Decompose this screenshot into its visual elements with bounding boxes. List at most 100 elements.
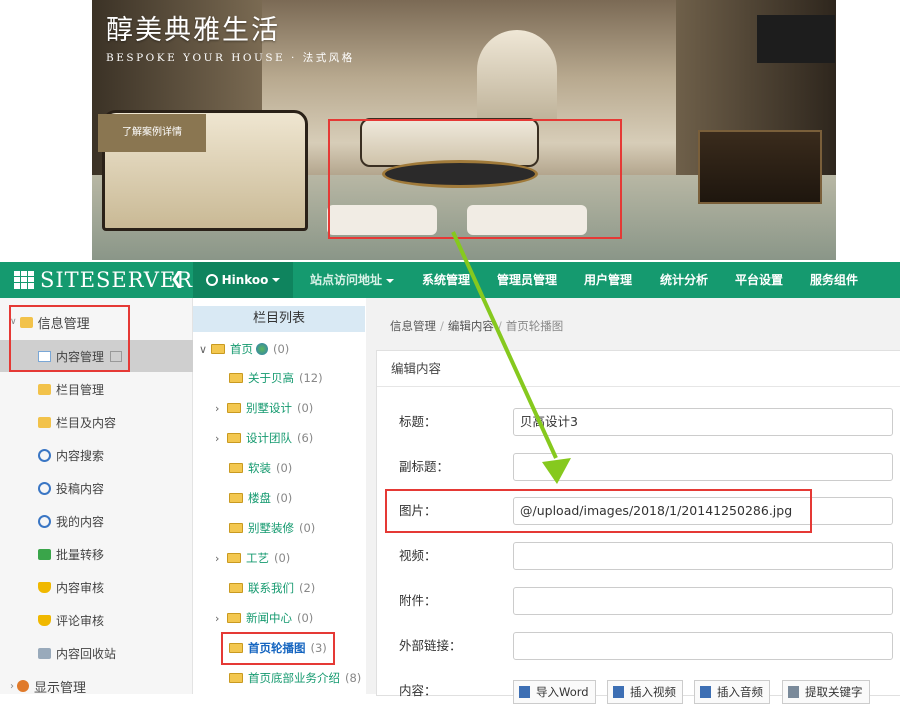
arrow-icon bbox=[38, 548, 51, 560]
search-icon bbox=[38, 448, 51, 462]
folder-icon bbox=[211, 344, 225, 354]
arrow-left-icon[interactable]: ❮ bbox=[170, 269, 184, 289]
chevron-right-icon: › bbox=[10, 680, 14, 692]
tree-node[interactable]: 别墅装修 (0) bbox=[229, 517, 315, 539]
tree-node-count: (6) bbox=[297, 431, 314, 445]
highlight-box-banner bbox=[328, 119, 622, 239]
tag-icon bbox=[788, 686, 799, 698]
chevron-right-icon: › bbox=[215, 611, 220, 625]
field-label: 内容： bbox=[399, 683, 437, 698]
video-icon bbox=[613, 686, 624, 698]
globe-icon bbox=[205, 274, 218, 286]
chevron-right-icon: › bbox=[215, 401, 220, 415]
top-navbar: SITESERVER ❮ Hinkoo 站点访问地址 系统管理 管理员管理 用户… bbox=[0, 262, 900, 298]
extract-keywords-button[interactable]: 提取关键字 bbox=[782, 680, 870, 704]
nav-site-url-label: 站点访问地址 bbox=[310, 273, 383, 287]
folder-icon bbox=[227, 403, 241, 413]
tree-node-count: (12) bbox=[299, 371, 323, 385]
insert-audio-button[interactable]: 插入音频 bbox=[694, 680, 770, 704]
breadcrumb-item[interactable]: 编辑内容 bbox=[448, 319, 494, 333]
nav-admin[interactable]: 管理员管理 bbox=[497, 262, 557, 298]
sidebar-item-label: 投稿内容 bbox=[56, 481, 105, 496]
chevron-right-icon: › bbox=[215, 431, 220, 445]
tree-node-label: 关于贝高 bbox=[248, 371, 294, 385]
tree-node-count: (2) bbox=[299, 581, 316, 595]
sidebar-item-label: 我的内容 bbox=[56, 514, 105, 529]
sidebar-group-label: 显示管理 bbox=[34, 680, 87, 696]
folder-icon bbox=[227, 613, 241, 623]
tree-node[interactable]: 首页底部业务介绍 (8) bbox=[229, 667, 361, 689]
link-input[interactable] bbox=[513, 632, 893, 660]
tree-node[interactable]: 软装 (0) bbox=[229, 457, 292, 479]
shield-icon bbox=[38, 614, 51, 626]
tree-node-label: 别墅装修 bbox=[248, 521, 294, 535]
tree-node-label: 别墅设计 bbox=[246, 401, 292, 415]
field-label: 副标题： bbox=[399, 459, 450, 474]
recycle-icon bbox=[38, 647, 51, 659]
folder-icon bbox=[229, 523, 243, 533]
sidebar-item-label: 栏目及内容 bbox=[56, 415, 117, 430]
column-tree-header: 栏目列表 bbox=[193, 306, 365, 332]
tree-node[interactable]: 关于贝高 (12) bbox=[229, 367, 323, 389]
logo[interactable]: SITESERVER bbox=[14, 268, 193, 292]
sidebar-item-label: 内容回收站 bbox=[56, 646, 117, 661]
field-label: 外部链接： bbox=[399, 638, 462, 653]
sidebar-group-display[interactable]: › 显示管理 bbox=[0, 670, 202, 702]
sidebar-item-label: 批量转移 bbox=[56, 547, 105, 562]
nav-users[interactable]: 用户管理 bbox=[584, 262, 632, 298]
tree-node-label: 新闻中心 bbox=[246, 611, 292, 625]
toolbar-label: 导入Word bbox=[536, 685, 589, 699]
nav-stats[interactable]: 统计分析 bbox=[660, 262, 708, 298]
toolbar-label: 提取关键字 bbox=[805, 685, 863, 699]
tree-node[interactable]: › 新闻中心 (0) bbox=[215, 607, 313, 629]
tree-node[interactable]: › 别墅设计 (0) bbox=[215, 397, 313, 419]
nav-site-url[interactable]: 站点访问地址 bbox=[310, 262, 395, 298]
word-icon bbox=[519, 686, 530, 698]
nav-platform[interactable]: 平台设置 bbox=[735, 262, 783, 298]
tree-node-count: (0) bbox=[299, 521, 316, 535]
sidebar-item-label: 内容审核 bbox=[56, 580, 105, 595]
breadcrumb: 信息管理 / 编辑内容 / 首页轮播图 bbox=[390, 319, 564, 333]
folder-icon bbox=[229, 373, 243, 383]
tree-node[interactable]: › 设计团队 (6) bbox=[215, 427, 313, 449]
chevron-down-icon bbox=[386, 278, 395, 283]
site-name: Hinkoo bbox=[221, 273, 269, 287]
card-title: 编辑内容 bbox=[377, 351, 900, 387]
highlight-box-tree bbox=[221, 632, 335, 665]
tree-node-count: (0) bbox=[274, 551, 291, 565]
nav-system[interactable]: 系统管理 bbox=[422, 262, 470, 298]
breadcrumb-item[interactable]: 信息管理 bbox=[390, 319, 436, 333]
banner-detail-button[interactable]: 了解案例详情 bbox=[98, 114, 206, 152]
toolbar-label: 插入音频 bbox=[717, 685, 763, 699]
tree-node-label: 联系我们 bbox=[248, 581, 294, 595]
tree-node-count: (0) bbox=[297, 401, 314, 415]
tree-node-label: 楼盘 bbox=[248, 491, 271, 505]
tree-node[interactable]: 联系我们 (2) bbox=[229, 577, 315, 599]
banner-subtitle: BESPOKE YOUR HOUSE · 法式风格 bbox=[106, 52, 355, 64]
import-word-button[interactable]: 导入Word bbox=[513, 680, 596, 704]
tree-node-home[interactable]: ∨ 首页 (0) bbox=[199, 338, 289, 360]
attachment-input[interactable] bbox=[513, 587, 893, 615]
site-switcher[interactable]: Hinkoo bbox=[193, 262, 293, 298]
subtitle-input[interactable] bbox=[513, 453, 893, 481]
sidebar-item-label: 内容搜索 bbox=[56, 448, 105, 463]
title-input[interactable]: 贝高设计3 bbox=[513, 408, 893, 436]
display-icon bbox=[17, 680, 29, 692]
highlight-box-image-field bbox=[385, 489, 812, 533]
folder-icon bbox=[227, 433, 241, 443]
tree-node-label: 首页 bbox=[230, 342, 253, 356]
breadcrumb-item: 首页轮播图 bbox=[505, 319, 564, 333]
video-input[interactable] bbox=[513, 542, 893, 570]
tree-node-count: (8) bbox=[345, 671, 362, 685]
toolbar-label: 插入视频 bbox=[630, 685, 676, 699]
tree-node-label: 首页底部业务介绍 bbox=[248, 671, 340, 685]
tree-node[interactable]: 楼盘 (0) bbox=[229, 487, 292, 509]
nav-services[interactable]: 服务组件 bbox=[810, 262, 858, 298]
insert-video-button[interactable]: 插入视频 bbox=[607, 680, 683, 704]
logo-grid-icon bbox=[14, 271, 34, 289]
search-icon bbox=[38, 481, 51, 495]
field-label: 标题： bbox=[399, 414, 437, 429]
tree-node[interactable]: › 工艺 (0) bbox=[215, 547, 290, 569]
folder-icon bbox=[229, 673, 243, 683]
globe-icon bbox=[256, 343, 268, 355]
